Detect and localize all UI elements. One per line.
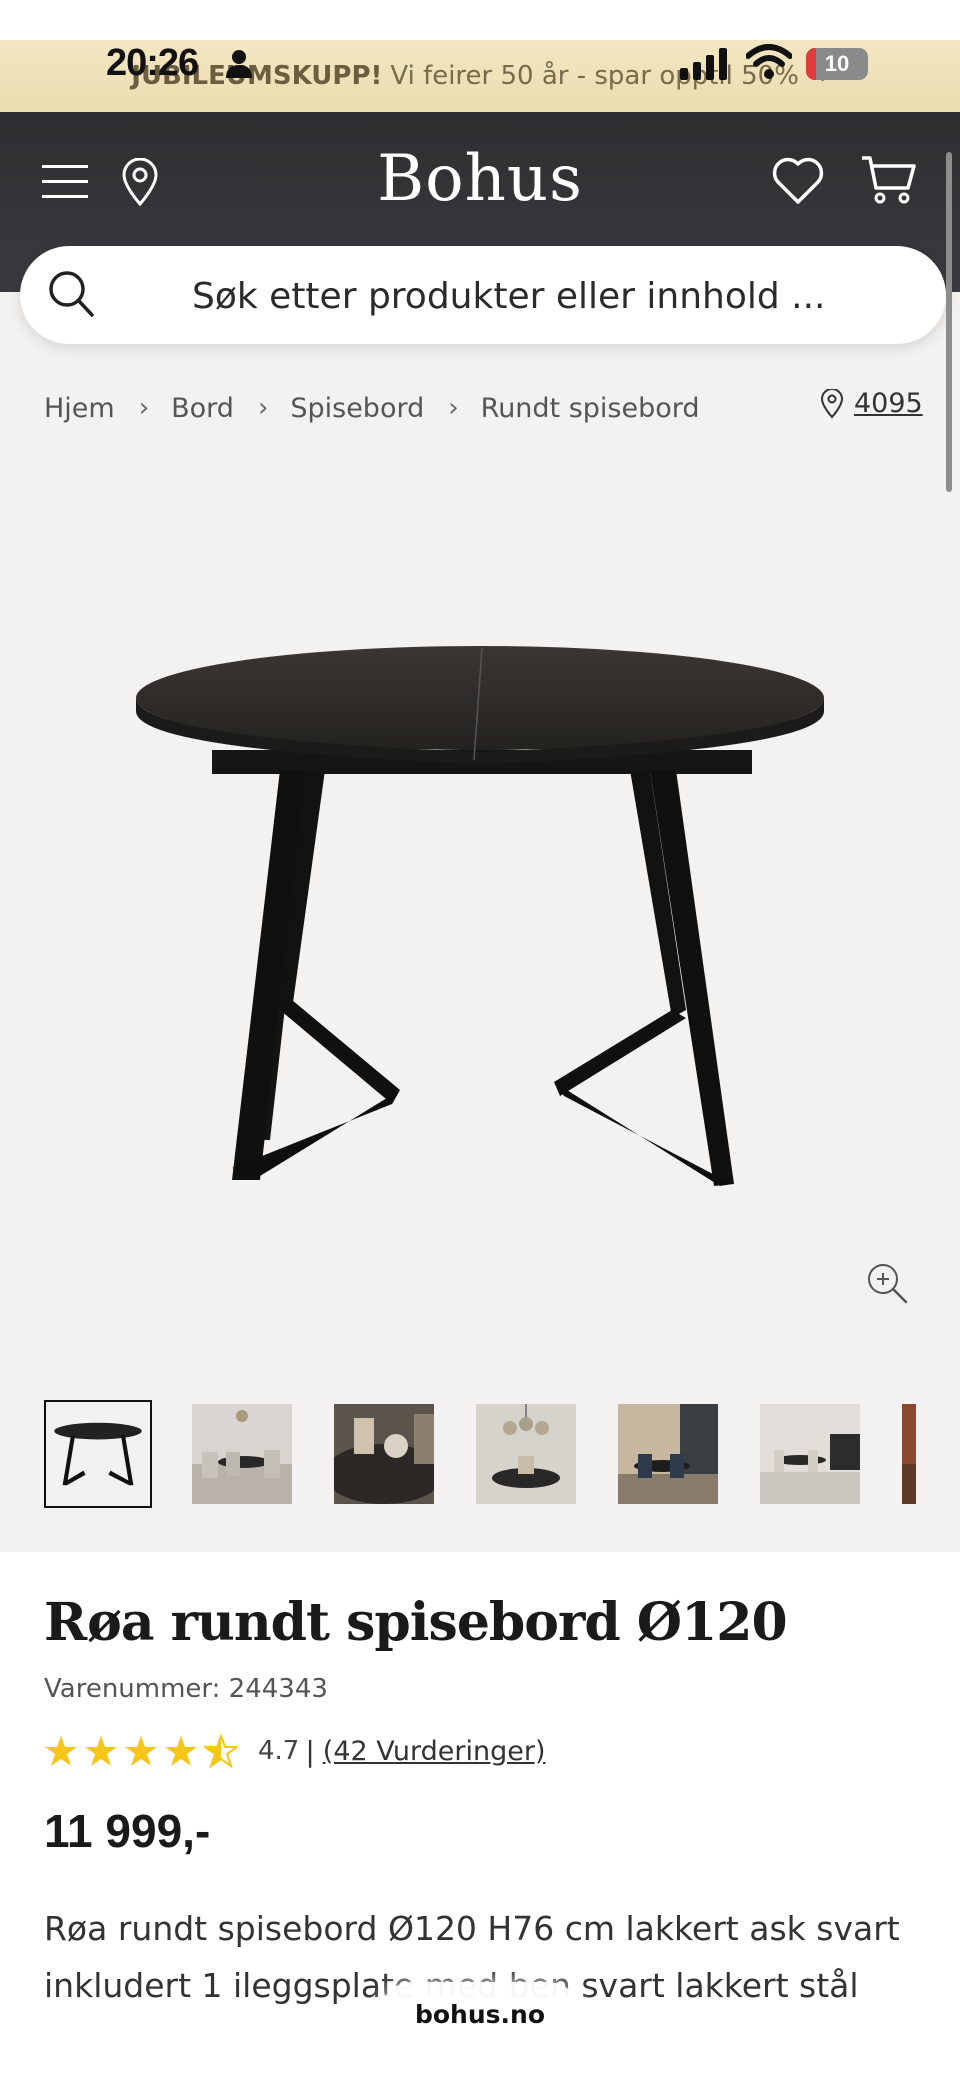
thumbnail-table-icon xyxy=(54,1422,142,1486)
store-code[interactable]: 4095 xyxy=(854,388,923,419)
location-icon[interactable] xyxy=(120,158,160,206)
star-half-icon xyxy=(204,1734,238,1768)
star-full-icon xyxy=(45,1736,77,1766)
store-selector[interactable]: 4095 xyxy=(820,388,923,419)
breadcrumb-rundt-spisebord[interactable]: Rundt spisebord xyxy=(481,393,700,424)
thumbnail-4[interactable] xyxy=(476,1404,576,1504)
browser-url: bohus.no xyxy=(414,1999,546,2029)
search-icon[interactable] xyxy=(48,270,94,318)
cart-icon[interactable] xyxy=(860,154,916,206)
browser-url-bar[interactable]: bohus.no xyxy=(380,1982,580,2046)
promo-text: Vi feirer 50 år - spar opptil 50% xyxy=(390,61,799,91)
breadcrumb-home[interactable]: Hjem xyxy=(44,393,115,424)
site-logo[interactable]: Bohus xyxy=(370,142,590,216)
thumbnail-7[interactable] xyxy=(902,1404,916,1504)
breadcrumb-separator: › xyxy=(257,393,269,423)
wifi-icon xyxy=(746,44,792,79)
rating-stars xyxy=(44,1734,244,1768)
heart-icon[interactable] xyxy=(772,156,824,206)
thumbnail-3[interactable] xyxy=(334,1404,434,1504)
breadcrumb: Hjem › Bord › Spisebord › Rundt spisebor… xyxy=(44,388,700,428)
product-title: Røa rundt spisebord Ø120 xyxy=(44,1592,788,1653)
product-sku: Varenummer: 244343 xyxy=(44,1674,328,1704)
breadcrumb-spisebord[interactable]: Spisebord xyxy=(290,393,424,424)
menu-icon[interactable] xyxy=(42,163,88,199)
thumbnail-2[interactable] xyxy=(192,1404,292,1504)
zoom-in-icon[interactable] xyxy=(866,1262,908,1304)
star-full-icon xyxy=(125,1736,157,1766)
battery-level: 10 xyxy=(824,51,850,76)
scrollbar[interactable] xyxy=(946,152,952,492)
thumbnail-5[interactable] xyxy=(618,1404,718,1504)
reviews-link[interactable]: (42 Vurderinger) xyxy=(323,1736,546,1767)
search-input[interactable] xyxy=(190,270,874,322)
battery-icon: 10 xyxy=(806,48,868,80)
star-full-icon xyxy=(85,1736,117,1766)
thumbnail-strip xyxy=(44,1400,924,1510)
product-rating: 4.7 | (42 Vurderinger) xyxy=(44,1734,546,1768)
breadcrumb-bord[interactable]: Bord xyxy=(171,393,234,424)
thumbnail-6[interactable] xyxy=(760,1404,860,1504)
cellular-signal-icon xyxy=(680,48,727,80)
star-full-icon xyxy=(165,1736,197,1766)
rating-separator: | xyxy=(305,1734,315,1768)
thumbnail-1[interactable] xyxy=(44,1400,152,1508)
status-time: 20:26 xyxy=(106,42,199,84)
breadcrumb-separator: › xyxy=(448,393,459,423)
person-icon xyxy=(226,50,252,78)
location-pin-icon xyxy=(820,388,844,418)
product-image[interactable] xyxy=(120,620,840,1200)
breadcrumb-separator: › xyxy=(138,393,150,423)
rating-value: 4.7 xyxy=(258,1736,300,1766)
product-price: 11 999,- xyxy=(44,1805,211,1857)
